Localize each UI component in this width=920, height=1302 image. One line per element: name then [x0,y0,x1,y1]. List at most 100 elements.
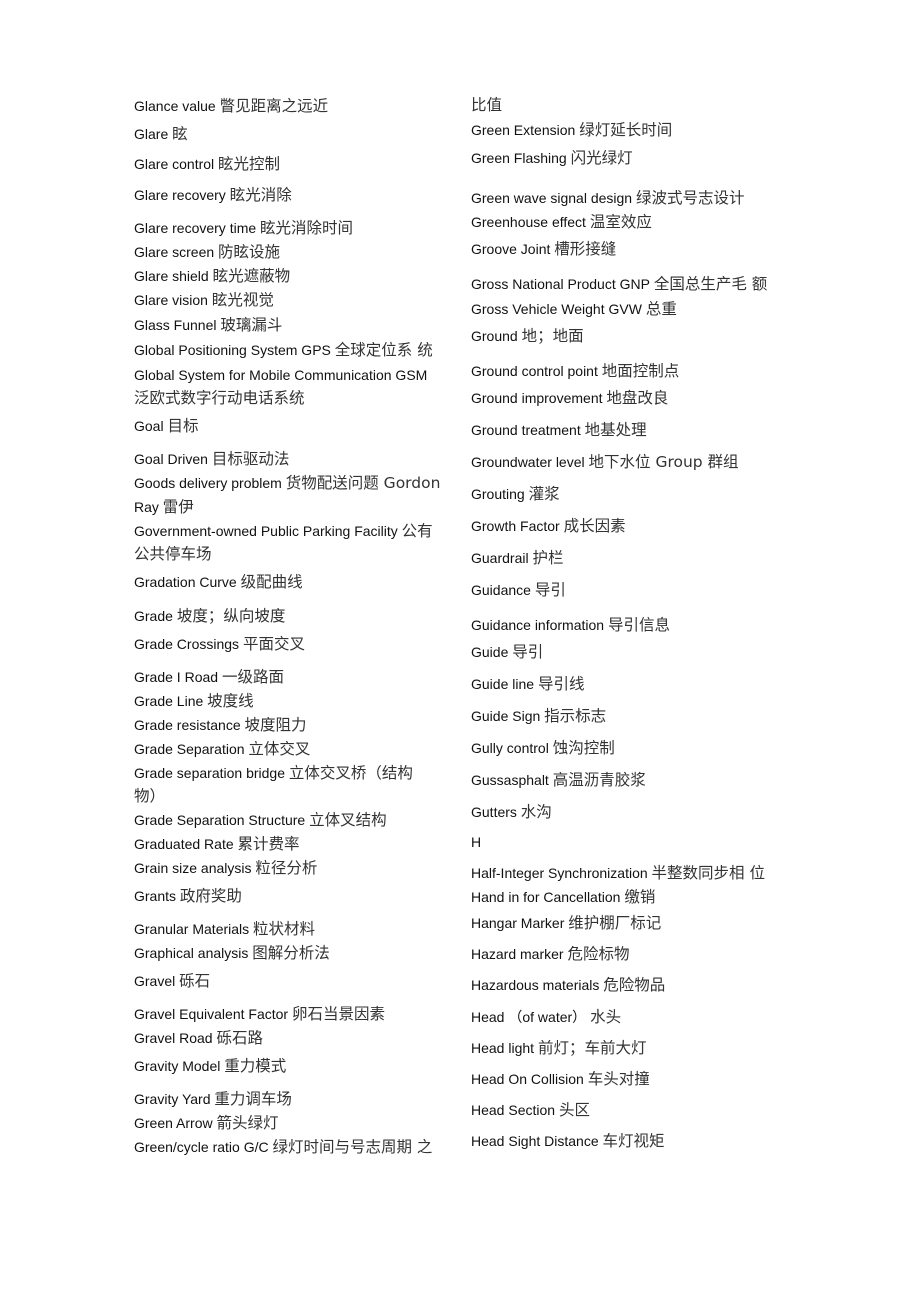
term-english: Guardrail [471,550,529,566]
glossary-entry: Green/cycle ratio G/C 绿灯时间与号志周期 之 [134,1138,432,1156]
glossary-entry: Green Flashing 闪光绿灯 [471,149,633,167]
glossary-entry: Head （of water） 水头 [471,1008,621,1026]
glossary-entry: Half-Integer Synchronization 半整数同步相 位 [471,864,765,882]
term-english: Global System for Mobile Communication G… [134,367,428,383]
term-chinese: 头区 [558,1101,590,1119]
term-chinese: 危险标物 [567,945,630,963]
term-chinese: 货物配送问题 Gordon [285,474,441,492]
term-english: Green wave signal design [471,190,633,206]
term-chinese: 温室效应 [589,213,652,231]
term-chinese: 粒径分析 [255,859,318,877]
glossary-entry: Glare recovery time 眩光消除时间 [134,219,353,237]
glossary-entry: Head Sight Distance 车灯视矩 [471,1132,665,1150]
glossary-entry: Head light 前灯；车前大灯 [471,1039,646,1057]
term-chinese: 目标驱动法 [211,450,290,468]
glossary-entry: Glass Funnel 玻璃漏斗 [134,316,282,334]
glossary-entry: Grade Crossings 平面交叉 [134,635,305,653]
term-chinese: 前灯；车前大灯 [537,1039,647,1057]
glossary-entry: Government-owned Public Parking Facility… [134,522,433,540]
term-english: Hazardous materials [471,977,600,993]
term-english: Green Arrow [134,1115,213,1131]
term-chinese: 一级路面 [221,668,284,686]
term-chinese: 导引信息 [607,616,670,634]
term-english: Head light [471,1040,535,1056]
term-chinese: 地下水位 Group 群组 [588,453,739,471]
glossary-entry: Grain size analysis 粒径分析 [134,859,317,877]
glossary-entry: 物） [134,787,165,805]
term-chinese: 全球定位系 统 [334,341,433,359]
term-chinese: 物） [134,787,166,805]
term-chinese: 车灯视矩 [602,1132,665,1150]
glossary-entry: Glare shield 眩光遮蔽物 [134,267,290,285]
term-english: Glance value [134,98,216,114]
term-chinese: 立体叉结构 [309,811,387,829]
term-english: Hangar Marker [471,915,565,931]
term-chinese: 总重 [645,300,677,318]
term-chinese: 绿波式号志设计 [636,189,745,207]
glossary-entry: Grade I Road 一级路面 [134,668,284,686]
term-english: H [471,834,482,850]
term-chinese: 危险物品 [603,976,666,994]
term-english: Head Sight Distance [471,1133,599,1149]
term-english: Green/cycle ratio G/C [134,1139,269,1155]
glossary-entry: Glare screen 防眩设施 [134,243,280,261]
glossary-entry: Glance value 瞥见距离之远近 [134,97,328,115]
term-english: Glare screen [134,244,215,260]
term-english: Grade Separation Structure [134,812,306,828]
glossary-entry: Green wave signal design 绿波式号志设计 [471,189,745,207]
term-chinese: 灌浆 [528,485,560,503]
term-chinese: 重力模式 [224,1057,287,1075]
term-chinese: 半整数同步相 位 [651,864,765,882]
glossary-entry: Glare 眩 [134,125,188,143]
glossary-entry: Graphical analysis 图解分析法 [134,944,330,962]
glossary-entry: Ground control point 地面控制点 [471,362,679,380]
term-english: Guide line [471,676,535,692]
glossary-entry: Gravel Equivalent Factor 卵石当景因素 [134,1005,385,1023]
term-english: Head On Collision [471,1071,584,1087]
term-english: Green Extension [471,122,576,138]
term-english: Ray [134,499,159,515]
glossary-entry: 比值 [471,96,502,114]
term-chinese: 绿灯时间与号志周期 之 [272,1138,433,1156]
term-english: Guide Sign [471,708,541,724]
term-english: Grade Crossings [134,636,240,652]
glossary-entry: Head On Collision 车头对撞 [471,1070,650,1088]
term-chinese: 眩 [172,125,188,143]
glossary-entry: Grade 坡度；纵向坡度 [134,607,285,625]
term-chinese: 砾石 [179,972,211,990]
term-english: Gravity Yard [134,1091,211,1107]
term-english: Gussasphalt [471,772,549,788]
glossary-entry: Global Positioning System GPS 全球定位系 统 [134,341,433,359]
glossary-entry: 公共停车场 [134,545,212,563]
term-english: Granular Materials [134,921,250,937]
term-english: Goal Driven [134,451,208,467]
glossary-entry: Guardrail 护栏 [471,549,564,567]
glossary-entry: H [471,833,481,851]
term-english: Hazard marker [471,946,564,962]
term-english: Head （of water） [471,1009,587,1025]
term-english: Glare recovery time [134,220,257,236]
term-chinese: 立体交叉桥（结构 [288,764,413,782]
term-chinese: 水沟 [520,803,552,821]
term-chinese: 成长因素 [563,517,626,535]
term-english: Grain size analysis [134,860,252,876]
term-chinese: 瞥见距离之远近 [219,97,329,115]
term-english: Gravel [134,973,176,989]
term-chinese: 眩光遮蔽物 [212,267,291,285]
glossary-entry: Gravel Road 砾石路 [134,1029,263,1047]
glossary-entry: Head Section 头区 [471,1101,590,1119]
term-chinese: 防眩设施 [218,243,281,261]
term-chinese: 眩光控制 [218,155,281,173]
term-chinese: 地面控制点 [601,362,680,380]
term-chinese: 眩光消除 [229,186,292,204]
term-chinese: 槽形接缝 [554,240,617,258]
term-english: Gross National Product GNP [471,276,650,292]
term-chinese: 政府奖助 [179,887,242,905]
term-chinese: 比值 [471,96,503,114]
term-english: Groundwater level [471,454,585,470]
term-english: Glare control [134,156,215,172]
glossary-entry: Grade separation bridge 立体交叉桥（结构 [134,764,413,782]
term-chinese: 重力调车场 [214,1090,292,1108]
term-english: Hand in for Cancellation [471,889,621,905]
glossary-entry: Guide line 导引线 [471,675,584,693]
